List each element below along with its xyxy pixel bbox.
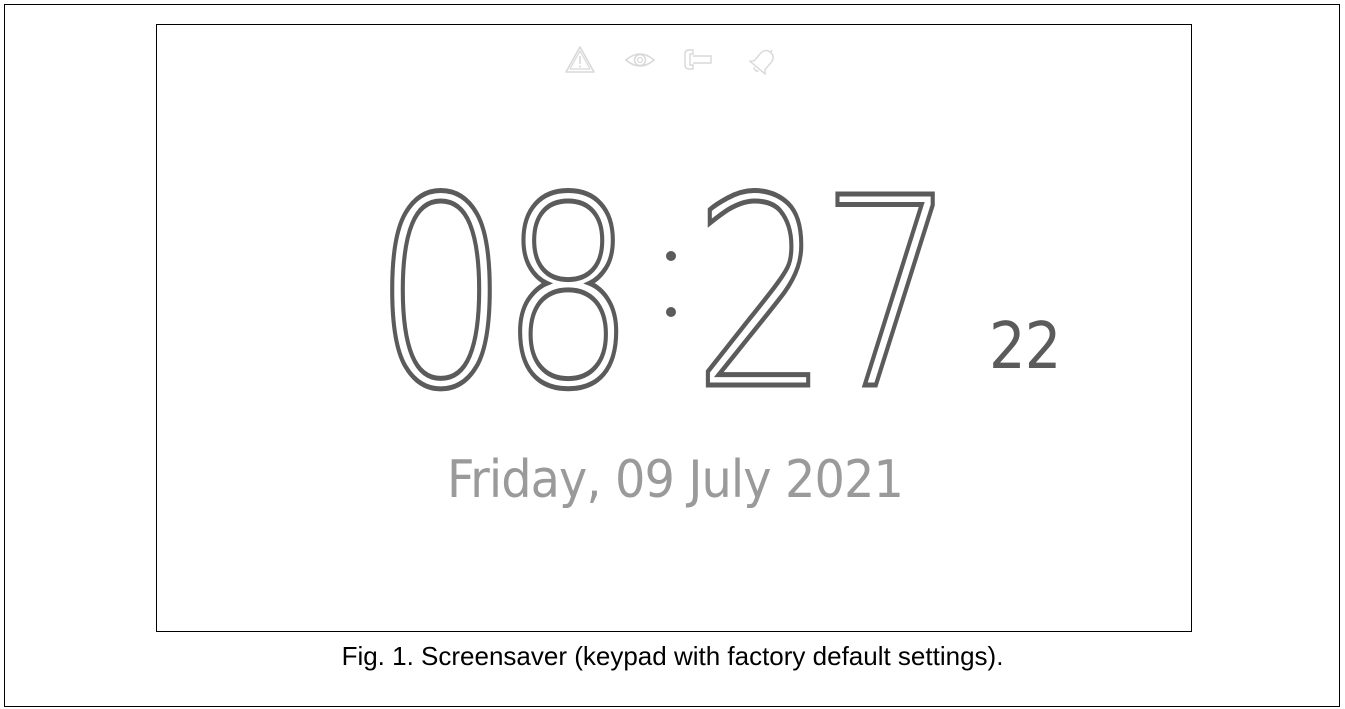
colon-dot-bottom	[666, 307, 676, 317]
status-icons-bar	[563, 43, 787, 83]
colon-dot-top	[666, 251, 676, 261]
clock-minutes: 27	[691, 142, 959, 447]
date-label: Friday, 09 July 2021	[446, 450, 904, 510]
keypad-screen[interactable]: 08 27 22 Friday, 09 July 2021	[156, 24, 1192, 632]
eye-icon	[623, 43, 657, 77]
service-key-icon	[681, 43, 715, 77]
alarm-warning-icon	[563, 43, 597, 77]
figure-caption: Fig. 1. Screensaver (keypad with factory…	[341, 641, 1004, 671]
clock-display: 08 27 22	[157, 142, 1193, 447]
clock-hours: 08	[371, 142, 639, 447]
clock-seconds: 22	[989, 310, 1061, 384]
bell-icon	[747, 43, 781, 77]
clock-colon	[663, 245, 677, 345]
